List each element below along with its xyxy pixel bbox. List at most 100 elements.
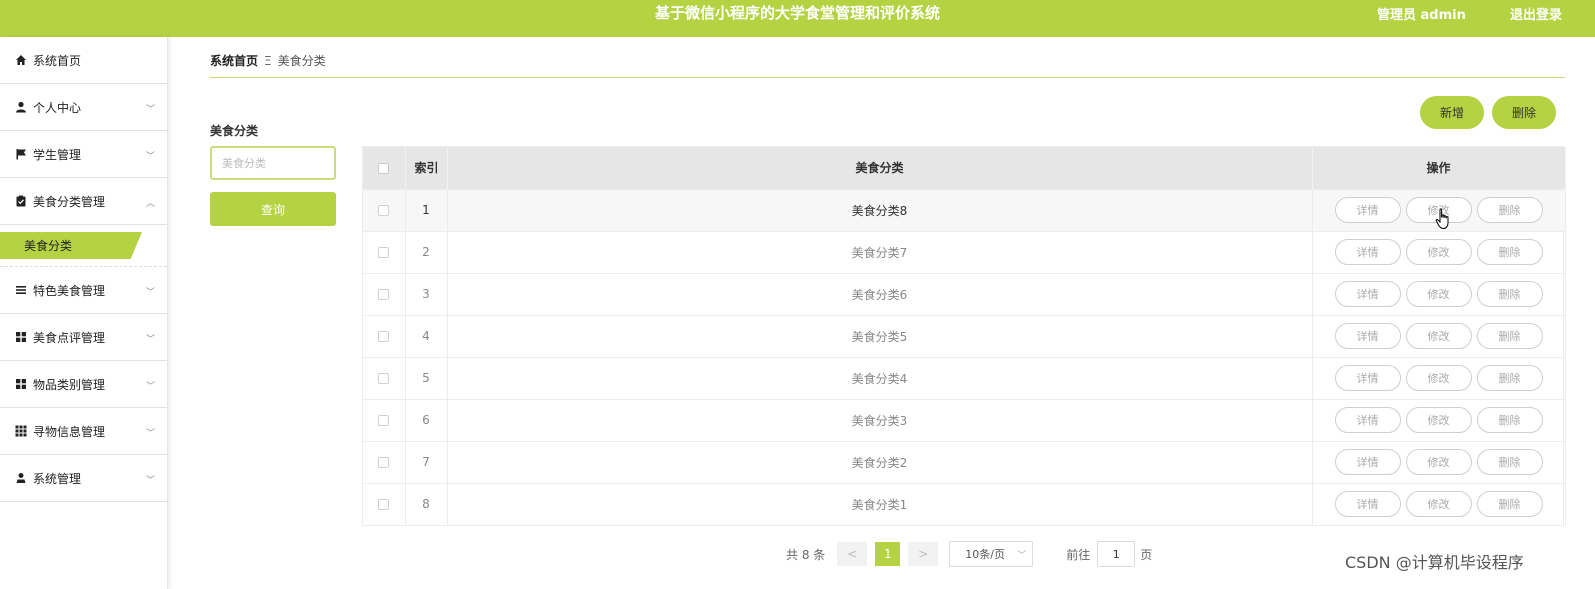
flag-icon <box>14 148 27 161</box>
chevron-down-icon: ﹀ <box>145 288 155 298</box>
row-checkbox-cell <box>363 189 406 231</box>
sidebar-item-food-review-mgmt[interactable]: 美食点评管理 ﹀ <box>0 314 167 361</box>
row-delete-button[interactable]: 删除 <box>1476 365 1543 391</box>
hand-cursor-icon <box>1435 208 1451 230</box>
row-checkbox-cell <box>363 357 406 399</box>
sidebar-item-label: 系统首页 <box>33 53 82 68</box>
sidebar-item-label: 特色美食管理 <box>33 283 106 298</box>
breadcrumb-home[interactable]: 系统首页 <box>210 54 258 68</box>
edit-button[interactable]: 修改 <box>1405 281 1472 307</box>
row-checkbox[interactable] <box>378 289 390 300</box>
row-category: 美食分类6 <box>447 273 1313 315</box>
detail-button[interactable]: 详情 <box>1334 239 1401 265</box>
app-title: 基于微信小程序的大学食堂管理和评价系统 <box>654 4 940 22</box>
row-category: 美食分类7 <box>447 231 1313 273</box>
chevron-down-icon: ﹀ <box>145 335 155 345</box>
pagination-total: 共 8 条 <box>786 547 826 562</box>
row-category: 美食分类3 <box>447 399 1313 441</box>
detail-button[interactable]: 详情 <box>1334 281 1401 307</box>
page-number-button[interactable]: 1 <box>875 542 901 566</box>
edit-button[interactable]: 修改 <box>1405 239 1472 265</box>
search-button[interactable]: 查询 <box>210 192 336 226</box>
chevron-up-icon: ︿ <box>145 199 155 209</box>
row-index: 5 <box>405 357 448 399</box>
row-checkbox[interactable] <box>378 331 390 342</box>
row-checkbox[interactable] <box>378 205 390 216</box>
row-checkbox[interactable] <box>378 499 390 511</box>
edit-button[interactable]: 修改 <box>1405 365 1472 391</box>
add-button[interactable]: 新增 <box>1420 96 1484 129</box>
row-index: 1 <box>405 189 448 231</box>
user-admin-icon <box>14 472 27 485</box>
sidebar-item-system-mgmt[interactable]: 系统管理 ﹀ <box>0 455 167 502</box>
select-all-checkbox[interactable] <box>378 162 390 174</box>
sidebar-item-personal-center[interactable]: 个人中心 ﹀ <box>0 84 167 131</box>
row-checkbox[interactable] <box>378 247 390 258</box>
bulk-delete-button[interactable]: 删除 <box>1492 96 1556 129</box>
pagination: 共 8 条 < 1 > 10条/页 ﹀ 前往 页 <box>786 541 1152 567</box>
logout-link[interactable]: 退出登录 <box>1510 4 1562 23</box>
edit-button[interactable]: 修改 <box>1405 407 1472 433</box>
page-size-select[interactable]: 10条/页 ﹀ <box>949 541 1034 567</box>
edit-button[interactable]: 修改 <box>1405 491 1472 518</box>
detail-button[interactable]: 详情 <box>1334 491 1401 518</box>
top-header-bar: 基于微信小程序的大学食堂管理和评价系统 管理员 admin 退出登录 <box>0 0 1595 37</box>
row-operations: 详情 修改 删除 <box>1312 441 1566 483</box>
row-delete-button[interactable]: 删除 <box>1476 449 1543 475</box>
detail-button[interactable]: 详情 <box>1334 407 1401 433</box>
row-checkbox[interactable] <box>378 415 390 426</box>
search-input[interactable] <box>210 146 336 180</box>
row-index: 4 <box>405 315 448 357</box>
header-checkbox-cell <box>363 147 406 189</box>
row-checkbox-cell <box>363 483 406 525</box>
sidebar-item-lost-found-mgmt[interactable]: 寻物信息管理 ﹀ <box>0 408 167 455</box>
page-unit-label: 页 <box>1140 547 1153 562</box>
row-delete-button[interactable]: 删除 <box>1476 407 1543 433</box>
detail-button[interactable]: 详情 <box>1334 323 1401 349</box>
table-row: 6 美食分类3 详情 修改 删除 <box>363 399 1566 441</box>
detail-button[interactable]: 详情 <box>1334 449 1401 475</box>
sidebar-menu: 系统首页 个人中心 ﹀ 学生管理 ﹀ 美食分类管理 ︿ 美食分类 特色美食管理 … <box>0 37 168 589</box>
next-page-button[interactable]: > <box>908 542 939 566</box>
row-operations: 详情 修改 删除 <box>1312 399 1566 441</box>
row-checkbox-cell <box>363 231 406 273</box>
edit-button[interactable]: 修改 <box>1405 323 1472 349</box>
page-size-value: 10条/页 <box>965 548 1005 561</box>
sidebar-item-label: 系统管理 <box>33 471 82 486</box>
detail-button[interactable]: 详情 <box>1334 365 1401 391</box>
row-delete-button[interactable]: 删除 <box>1476 281 1543 307</box>
submenu-item-food-category[interactable]: 美食分类 <box>0 232 142 259</box>
data-table: 索引 美食分类 操作 1 美食分类8 详情 修改 删除 2 美食分类7 详情 修改 删除 3 美食分类… <box>362 146 1566 526</box>
row-delete-button[interactable]: 删除 <box>1476 239 1543 265</box>
row-delete-button[interactable]: 删除 <box>1476 323 1543 349</box>
row-checkbox[interactable] <box>378 373 390 384</box>
chevron-down-icon: ﹀ <box>1017 551 1027 561</box>
sidebar-item-students[interactable]: 学生管理 ﹀ <box>0 131 167 178</box>
edit-button[interactable]: 修改 <box>1405 449 1472 475</box>
row-operations: 详情 修改 删除 <box>1312 483 1566 525</box>
detail-button[interactable]: 详情 <box>1334 197 1401 223</box>
sidebar-item-food-category-mgmt[interactable]: 美食分类管理 ︿ <box>0 178 167 225</box>
row-checkbox[interactable] <box>378 457 390 468</box>
chevron-down-icon: ﹀ <box>145 476 155 486</box>
row-delete-button[interactable]: 删除 <box>1476 197 1543 223</box>
sidebar-item-item-category-mgmt[interactable]: 物品类别管理 ﹀ <box>0 361 167 408</box>
sidebar-item-home[interactable]: 系统首页 <box>0 37 167 84</box>
row-category: 美食分类2 <box>447 441 1313 483</box>
table-row: 2 美食分类7 详情 修改 删除 <box>363 231 1566 273</box>
sidebar-item-label: 美食分类管理 <box>33 194 106 209</box>
goto-page-input[interactable] <box>1097 541 1136 567</box>
row-index: 2 <box>405 231 448 273</box>
row-delete-button[interactable]: 删除 <box>1476 491 1543 518</box>
sidebar-item-label: 个人中心 <box>33 100 82 115</box>
chevron-down-icon: ﹀ <box>145 382 155 392</box>
row-operations: 详情 修改 删除 <box>1312 231 1566 273</box>
prev-page-button[interactable]: < <box>837 542 868 566</box>
row-checkbox-cell <box>363 441 406 483</box>
row-index: 7 <box>405 441 448 483</box>
breadcrumb: 系统首页 Ξ 美食分类 <box>210 52 326 69</box>
chevron-down-icon: ﹀ <box>145 105 155 115</box>
header-index: 索引 <box>405 147 448 189</box>
table-row: 8 美食分类1 详情 修改 删除 <box>363 483 1566 525</box>
sidebar-item-special-food-mgmt[interactable]: 特色美食管理 ﹀ <box>0 267 167 314</box>
